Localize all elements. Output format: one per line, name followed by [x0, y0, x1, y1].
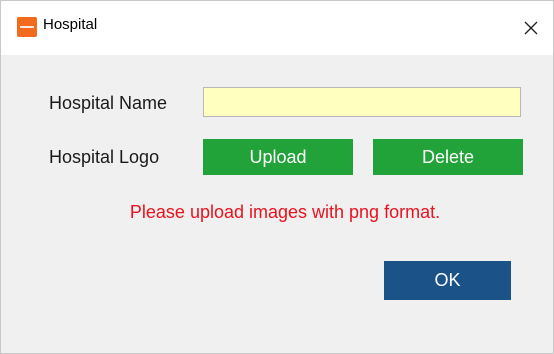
hospital-logo-label: Hospital Logo: [49, 147, 160, 167]
hospital-name-label: Hospital Name: [49, 93, 168, 113]
format-hint-text: Please upload images with png format.: [129, 202, 441, 222]
close-icon: [524, 21, 538, 35]
close-button[interactable]: [509, 1, 553, 55]
upload-button[interactable]: Upload: [203, 139, 353, 175]
app-logo-icon: [17, 17, 37, 37]
ok-button[interactable]: OK: [384, 261, 511, 300]
hospital-dialog: Hospital Hospital Name Hospital Logo Upl…: [0, 0, 554, 354]
window-title: Hospital: [43, 16, 98, 33]
delete-button[interactable]: Delete: [373, 139, 523, 175]
hospital-name-input[interactable]: [203, 87, 521, 117]
title-bar[interactable]: Hospital: [1, 1, 553, 55]
